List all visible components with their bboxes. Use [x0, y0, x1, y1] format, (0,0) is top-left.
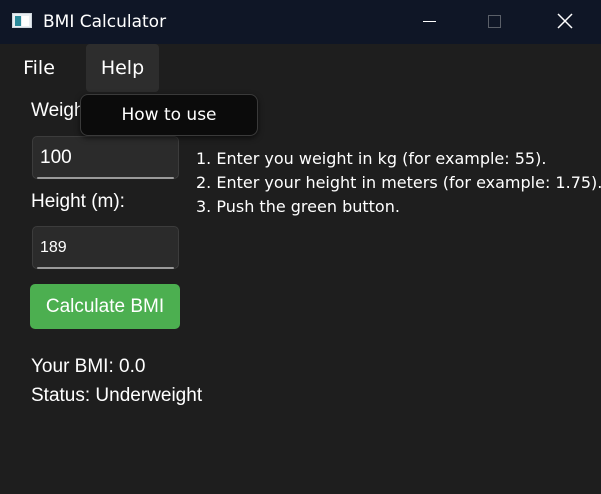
menu-item-how-to-use[interactable]: How to use: [81, 95, 257, 135]
status-result: Status: Underweight: [31, 385, 203, 406]
instruction-line: 2. Enter your height in meters (for exam…: [196, 173, 601, 192]
close-button[interactable]: [540, 0, 590, 44]
instruction-line: 3. Push the green button.: [196, 197, 400, 216]
calculate-bmi-button[interactable]: Calculate BMI: [30, 284, 180, 329]
instruction-line: 1. Enter you weight in kg (for example: …: [196, 149, 547, 168]
height-label: Height (m):: [31, 191, 125, 212]
menu-file[interactable]: File: [10, 44, 68, 92]
menu-bar: File Help: [0, 44, 601, 92]
bmi-result: Your BMI: 0.0: [31, 356, 146, 377]
maximize-icon: [488, 15, 501, 28]
minimize-button[interactable]: [404, 0, 454, 44]
instructions-text: 1. Enter you weight in kg (for example: …: [196, 147, 601, 219]
weight-input[interactable]: 100: [32, 136, 179, 179]
close-icon: [557, 13, 573, 29]
menu-help[interactable]: Help: [86, 44, 159, 92]
calculator-app-icon: [12, 13, 32, 28]
window-title: BMI Calculator: [43, 12, 167, 32]
height-input[interactable]: 189: [32, 226, 179, 269]
title-bar: BMI Calculator: [0, 0, 601, 44]
maximize-button[interactable]: [470, 0, 520, 44]
minimize-icon: [423, 21, 436, 22]
help-dropdown-menu: How to use: [80, 94, 258, 136]
